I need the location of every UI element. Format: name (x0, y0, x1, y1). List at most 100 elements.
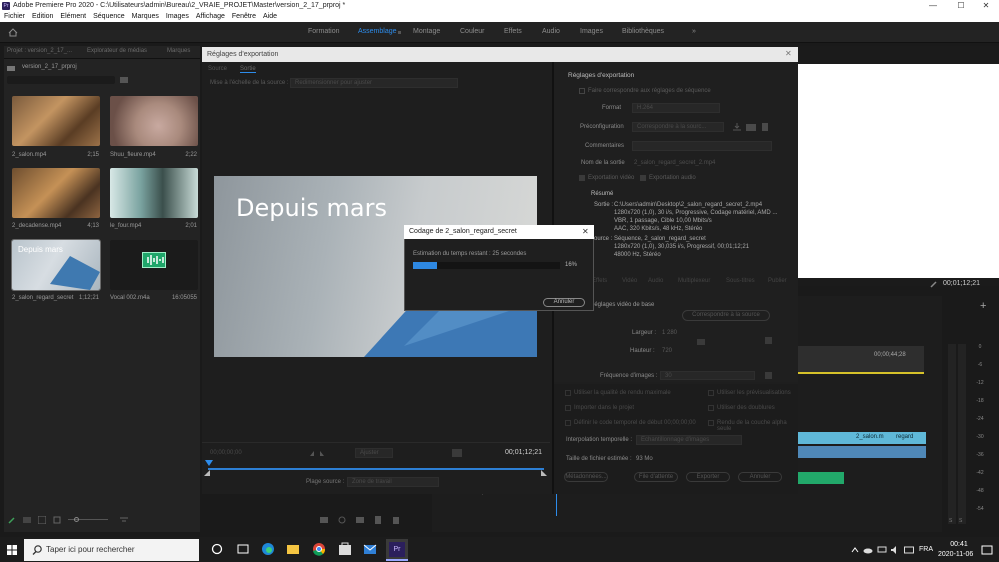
export-button[interactable]: Exporter (686, 472, 730, 482)
taskbar-premiere-active[interactable]: Pr (386, 539, 408, 561)
workspace-tab-montage[interactable]: Montage (413, 28, 440, 35)
menu-edition[interactable]: Edition (32, 12, 53, 22)
queue-button[interactable]: File d'attente (634, 472, 678, 482)
project-search-input[interactable] (7, 76, 115, 84)
cortana-icon[interactable] (209, 541, 225, 557)
import-preset-icon[interactable] (746, 122, 756, 132)
taskbar-search-box[interactable]: Taper ici pour rechercher (24, 539, 199, 561)
new-item-icon[interactable] (374, 516, 382, 524)
encoding-cancel-button[interactable]: Annuler (543, 298, 585, 307)
icon-view-icon[interactable] (38, 516, 46, 524)
timeline-video-clip-2[interactable] (798, 446, 926, 458)
comments-input[interactable] (632, 141, 772, 151)
scale-select[interactable]: Redimensionner pour ajuster (290, 78, 458, 88)
timeline-video-clip[interactable]: 2_salon.m regard (798, 432, 926, 444)
match-dimensions-checkbox[interactable] (765, 337, 772, 344)
find-icon[interactable] (338, 516, 346, 524)
store-icon[interactable] (337, 541, 353, 557)
save-preset-icon[interactable] (732, 122, 742, 132)
wrench-icon[interactable] (930, 280, 938, 288)
subtab-video[interactable]: Vidéo (622, 278, 637, 284)
cloud-icon[interactable] (863, 546, 873, 554)
tab-media-browser[interactable]: Explorateur de médias (87, 48, 147, 54)
clip-thumbnail-le-four[interactable] (110, 168, 198, 218)
work-area-bar[interactable] (798, 372, 924, 374)
preset-select[interactable]: Correspondre à la sourc... (632, 122, 724, 132)
notifications-icon[interactable] (981, 544, 993, 556)
format-select[interactable]: H.264 (632, 103, 720, 113)
use-proxies-checkbox[interactable] (708, 405, 714, 411)
match-sequence-checkbox[interactable] (579, 88, 585, 94)
task-view-icon[interactable] (235, 541, 251, 557)
workspace-tab-assemblage[interactable]: Assemblage (358, 28, 397, 35)
workspace-tab-images[interactable]: Images (580, 28, 603, 35)
menu-marques[interactable]: Marques (132, 12, 159, 22)
clip-thumbnail-vocal-002[interactable] (110, 240, 198, 290)
encoding-dialog-close-button[interactable]: ✕ (582, 227, 589, 236)
new-bin-bottom-icon[interactable] (356, 516, 364, 524)
pencil-icon[interactable] (8, 516, 16, 524)
menu-fenetre[interactable]: Fenêtre (232, 12, 256, 22)
tab-source[interactable]: Source (208, 66, 227, 72)
workspace-more-button[interactable]: » (692, 28, 696, 35)
out-point-marker[interactable] (541, 470, 547, 476)
clip-thumbnail-2-salon-regard-secret[interactable]: Depuis mars (11, 239, 101, 291)
clip-thumbnail-2-salon[interactable] (12, 96, 100, 146)
clock-time[interactable]: 00:41 (944, 541, 974, 548)
playhead-handle-icon[interactable] (205, 460, 213, 468)
workspace-tab-couleur[interactable]: Couleur (460, 28, 485, 35)
menu-fichier[interactable]: Fichier (4, 12, 25, 22)
menu-images[interactable]: Images (166, 12, 189, 22)
timeline-audio-clip[interactable] (798, 472, 844, 484)
subtab-publish[interactable]: Publier (768, 278, 787, 284)
language-indicator[interactable]: FRA (919, 546, 933, 553)
workspace-tab-audio[interactable]: Audio (542, 28, 560, 35)
alpha-only-checkbox[interactable] (708, 420, 714, 426)
menu-aide[interactable]: Aide (263, 12, 277, 22)
mail-icon[interactable] (362, 541, 378, 557)
keyboard-icon[interactable] (904, 546, 914, 554)
height-value[interactable]: 720 (662, 348, 672, 354)
subtab-captions[interactable]: Sous-titres (726, 278, 755, 284)
mark-in-out-icons[interactable] (310, 450, 326, 457)
width-value[interactable]: 1 280 (662, 330, 677, 336)
volume-icon[interactable] (890, 545, 900, 555)
workspace-tab-formation[interactable]: Formation (308, 28, 340, 35)
link-dimensions-icon[interactable] (696, 337, 706, 347)
framerate-select[interactable]: 30 (660, 371, 755, 380)
start-timecode-value[interactable]: 00;00;00;00 (664, 420, 696, 426)
use-previews-checkbox[interactable] (708, 390, 714, 396)
meter-solo-right[interactable]: S (959, 518, 962, 524)
export-video-checkbox[interactable] (579, 175, 585, 181)
meter-solo-left[interactable]: S (949, 518, 952, 524)
tray-chevron-up-icon[interactable] (851, 546, 859, 554)
maximize-button[interactable]: ☐ (948, 0, 974, 12)
delete-preset-icon[interactable] (760, 122, 770, 132)
edge-browser-icon[interactable] (260, 541, 276, 557)
source-range-scrubber[interactable] (208, 468, 544, 470)
clip-thumbnail-shuu-fleure[interactable] (110, 96, 198, 146)
menu-element[interactable]: Elément (60, 12, 86, 22)
aspect-ratio-icon[interactable] (452, 449, 462, 457)
start-timecode-checkbox[interactable] (565, 420, 571, 426)
file-explorer-icon[interactable] (285, 541, 301, 557)
menu-affichage[interactable]: Affichage (196, 12, 225, 22)
metadata-button[interactable]: Métadonnées... (564, 472, 608, 482)
source-range-select[interactable]: Zone de travail (347, 477, 439, 487)
max-quality-checkbox[interactable] (565, 390, 571, 396)
cancel-export-button[interactable]: Annuler (738, 472, 782, 482)
windows-start-icon[interactable] (7, 545, 17, 555)
tab-output[interactable]: Sortie (240, 66, 256, 73)
zoom-slider-handle[interactable] (74, 517, 79, 522)
output-name-link[interactable]: 2_salon_regard_secret_2.mp4 (634, 160, 715, 166)
tab-project[interactable]: Projet : version_2_17_... (7, 48, 72, 54)
clock-date[interactable]: 2020-11-06 (938, 551, 973, 558)
sort-icon[interactable] (120, 516, 128, 524)
fit-select[interactable]: Ajuster (355, 448, 393, 458)
minimize-button[interactable]: — (920, 0, 946, 12)
subtab-multiplexer[interactable]: Multiplexeur (678, 278, 710, 284)
network-icon[interactable] (877, 546, 887, 554)
export-dialog-close-button[interactable]: ✕ (785, 49, 792, 58)
subtab-effects[interactable]: Effets (592, 278, 607, 284)
clip-thumbnail-2-decadense[interactable] (12, 168, 100, 218)
